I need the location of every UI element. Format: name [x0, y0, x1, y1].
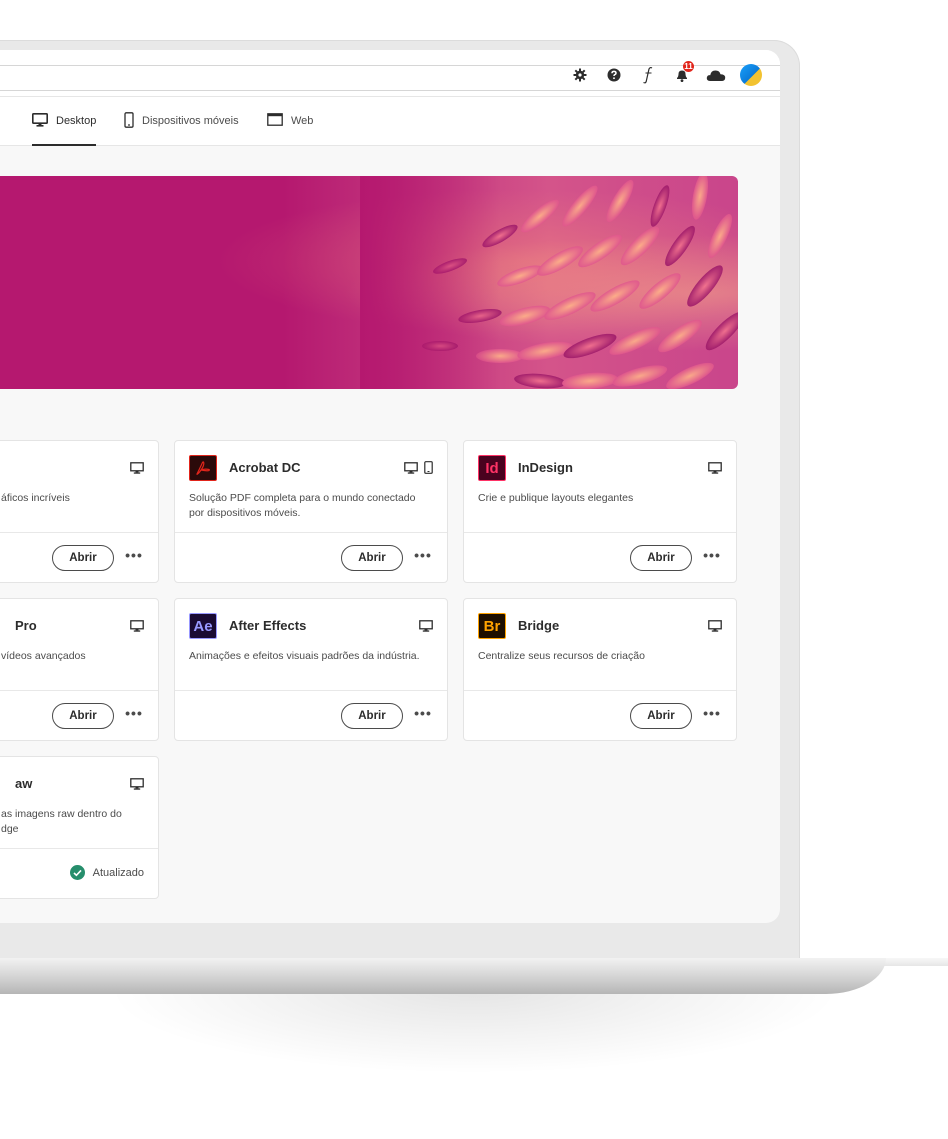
platform-icons [130, 619, 144, 637]
platform-icons [404, 461, 433, 479]
more-options-button[interactable]: ••• [413, 706, 433, 725]
desktop-icon [130, 777, 144, 795]
after-effects-logo: Ae [189, 613, 217, 639]
tab-label: Desktop [56, 115, 97, 127]
cloud-icon[interactable] [706, 65, 726, 85]
tab-label: Web [291, 115, 314, 127]
hero-banner[interactable] [0, 176, 738, 389]
app-card-acrobat: Acrobat DC Solução PDF completa para o m… [174, 440, 448, 583]
app-card-indesign: Id InDesign Crie e publique layouts eleg… [463, 440, 737, 583]
fonts-icon[interactable] [638, 65, 658, 85]
more-options-button[interactable]: ••• [702, 706, 722, 725]
help-icon[interactable] [604, 65, 624, 85]
app-description: as imagens raw dentro do dge [1, 808, 122, 835]
laptop-shadow [0, 990, 948, 1139]
app-description: Crie e publique layouts elegantes [478, 492, 634, 504]
top-bar: 11 [0, 50, 780, 97]
desktop-icon [130, 619, 144, 637]
app-name: aw [15, 776, 33, 791]
open-button[interactable]: Abrir [52, 545, 114, 571]
gear-icon[interactable] [570, 65, 590, 85]
open-button[interactable]: Abrir [52, 703, 114, 729]
app-card-partial-2: Pro vídeos avançados Abrir ••• [0, 598, 159, 741]
app-description: Solução PDF completa para o mundo conect… [189, 492, 416, 519]
open-button[interactable]: Abrir [341, 545, 403, 571]
app-card-after-effects: Ae After Effects Animações e efeitos vis… [174, 598, 448, 741]
acrobat-logo [189, 455, 217, 481]
tab-web[interactable]: Web [267, 97, 313, 145]
more-options-button[interactable]: ••• [124, 706, 144, 725]
notification-count-badge: 11 [683, 61, 694, 72]
tab-label: Dispositivos móveis [142, 115, 239, 127]
check-icon [69, 865, 85, 880]
app-window: 11 Desktop Dispositivos móveis Web áfico… [0, 50, 780, 923]
platform-icons [708, 461, 722, 479]
platform-icons [419, 619, 433, 637]
platform-icons [130, 461, 144, 479]
app-card-partial-1: áficos incríveis Abrir ••• [0, 440, 159, 583]
bridge-logo: Br [478, 613, 506, 639]
status-label: Atualizado [92, 866, 144, 879]
mobile-device-icon [424, 461, 433, 479]
tab-bar: Desktop Dispositivos móveis Web [0, 97, 780, 146]
browser-window-icon [267, 113, 283, 129]
app-name: Bridge [518, 618, 560, 633]
open-button[interactable]: Abrir [630, 545, 692, 571]
tab-desktop[interactable]: Desktop [32, 97, 97, 146]
laptop-base [0, 958, 886, 994]
app-description: vídeos avançados [1, 650, 86, 662]
notifications-icon[interactable]: 11 [672, 61, 694, 85]
more-options-button[interactable]: ••• [702, 548, 722, 567]
app-description: Animações e efeitos visuais padrões da i… [189, 650, 420, 662]
app-name: InDesign [518, 460, 573, 475]
desktop-icon [419, 619, 433, 637]
platform-icons [130, 777, 144, 795]
app-description: Centralize seus recursos de criação [478, 650, 645, 662]
tab-mobile-devices[interactable]: Dispositivos móveis [124, 97, 239, 145]
app-card-bridge: Br Bridge Centralize seus recursos de cr… [463, 598, 737, 741]
mobile-device-icon [124, 111, 134, 131]
update-status: Atualizado [69, 865, 144, 880]
open-button[interactable]: Abrir [630, 703, 692, 729]
open-button[interactable]: Abrir [341, 703, 403, 729]
app-description: áficos incríveis [1, 492, 70, 504]
acrobat-icon [196, 461, 211, 475]
desktop-icon [130, 461, 144, 479]
desktop-icon [708, 619, 722, 637]
more-options-button[interactable]: ••• [124, 548, 144, 567]
top-bar-icons: 11 [570, 61, 762, 86]
app-name: Acrobat DC [229, 460, 301, 475]
banner-artwork [360, 176, 738, 389]
app-card-camera-raw: aw as imagens raw dentro do dge Atualiza… [0, 756, 159, 899]
app-name: After Effects [229, 618, 307, 633]
app-name: Pro [15, 618, 37, 633]
platform-icons [708, 619, 722, 637]
more-options-button[interactable]: ••• [413, 548, 433, 567]
avatar[interactable] [740, 64, 762, 86]
desktop-icon [404, 461, 418, 479]
desktop-icon [708, 461, 722, 479]
indesign-logo: Id [478, 455, 506, 481]
desktop-icon [32, 112, 48, 130]
